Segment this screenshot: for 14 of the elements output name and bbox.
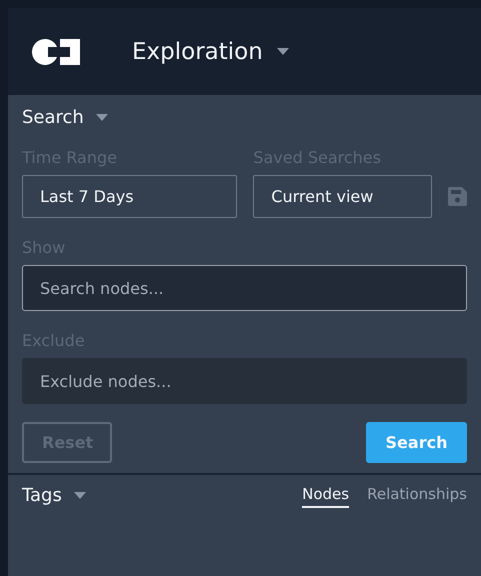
caret-icon: [276, 48, 289, 55]
workspace-dropdown[interactable]: Exploration: [132, 38, 289, 64]
search-section-toggle[interactable]: Search: [22, 107, 108, 128]
exclude-nodes-field[interactable]: Exclude nodes...: [22, 358, 467, 404]
tab[interactable]: Nodes: [302, 485, 350, 508]
caret-icon: [74, 492, 86, 499]
logo-icon: [32, 38, 80, 64]
search-nodes-field[interactable]: Search nodes...: [22, 265, 467, 311]
time-range-select[interactable]: Last 7 Days: [22, 175, 238, 218]
tags-section-toggle[interactable]: Tags: [22, 485, 86, 506]
save-icon[interactable]: [448, 187, 467, 206]
saved-searches-select[interactable]: Current view: [253, 175, 432, 218]
caret-icon: [96, 114, 108, 121]
tab[interactable]: Relationships: [367, 485, 467, 508]
